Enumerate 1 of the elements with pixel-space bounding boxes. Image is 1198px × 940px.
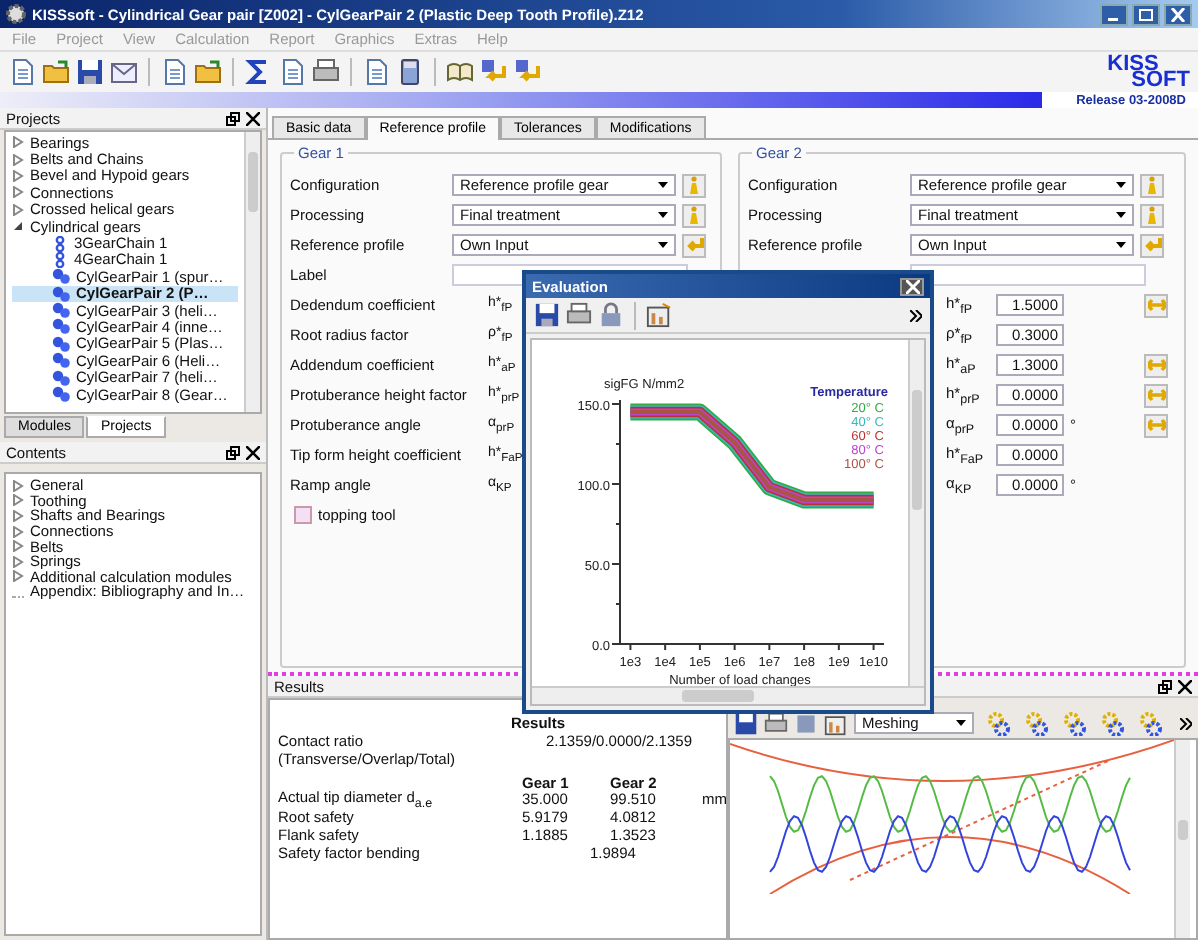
logo: KISS SOFT: [1107, 56, 1190, 88]
